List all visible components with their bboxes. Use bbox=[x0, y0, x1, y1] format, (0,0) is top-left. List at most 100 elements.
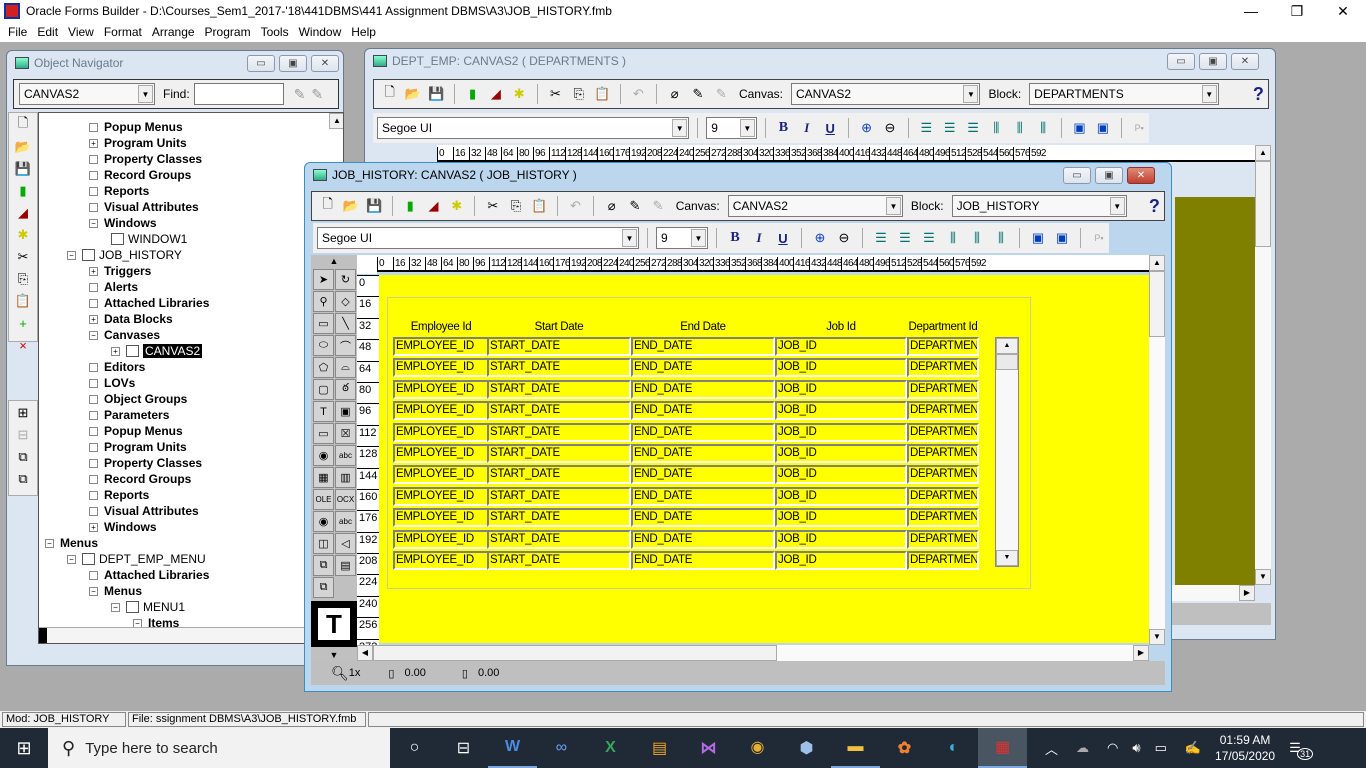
tree-node[interactable]: Parameters bbox=[89, 407, 169, 423]
text-item-department-id[interactable]: DEPARTMENT_ID bbox=[907, 337, 979, 356]
job-scroll-down[interactable]: ▼ bbox=[1149, 629, 1165, 645]
dept-close-button[interactable]: ✕ bbox=[1231, 53, 1259, 70]
tree-node[interactable]: Popup Menus bbox=[89, 423, 183, 439]
text-item-department-id[interactable]: DEPARTMENT_ID bbox=[907, 465, 979, 485]
xampp-icon[interactable]: ✿ bbox=[880, 728, 929, 768]
text-item-end-date[interactable]: END_DATE bbox=[631, 422, 775, 442]
rotate-tool-icon[interactable]: ↻ bbox=[335, 269, 356, 290]
expand-node-icon[interactable]: + bbox=[111, 346, 120, 356]
text-item-start-date[interactable]: START_DATE bbox=[487, 444, 631, 463]
pen-icon[interactable]: ✍ bbox=[1185, 740, 1201, 756]
empty-node-icon[interactable] bbox=[89, 394, 98, 404]
tab-canvas-tool-icon[interactable]: ▤ bbox=[335, 555, 356, 576]
tree-node[interactable]: Visual Attributes bbox=[89, 199, 199, 215]
text-item-employee-id[interactable]: EMPLOYEE_ID bbox=[393, 508, 489, 528]
block-select[interactable]: DEPARTMENTS ▼ bbox=[1029, 83, 1219, 105]
tree-node[interactable]: − JOB_HISTORY bbox=[67, 247, 182, 263]
chrome-icon[interactable]: ◉ bbox=[733, 728, 782, 768]
edge-icon[interactable]: ◐ bbox=[929, 728, 978, 768]
open-icon[interactable]: 📂 bbox=[13, 137, 33, 157]
text-item-employee-id[interactable]: EMPLOYEE_ID bbox=[393, 486, 489, 506]
empty-node-icon[interactable] bbox=[89, 458, 98, 468]
empty-node-icon[interactable] bbox=[89, 186, 98, 196]
help-icon[interactable]: ? bbox=[1249, 84, 1268, 104]
freehand-tool-icon[interactable]: ఠ bbox=[335, 379, 356, 400]
button-tool-icon[interactable]: ▭ bbox=[313, 423, 334, 444]
action-center-icon[interactable]: ☰ 31 bbox=[1289, 740, 1314, 760]
paste-icon[interactable]: 📋 bbox=[530, 196, 549, 216]
empty-node-icon[interactable] bbox=[89, 442, 98, 452]
tree-node[interactable]: Program Units bbox=[89, 439, 187, 455]
tree-node[interactable]: + CANVAS2 bbox=[111, 343, 203, 359]
expand-icon[interactable]: ⊞ bbox=[13, 403, 33, 423]
text-item-department-id[interactable]: DEPARTMENT_ID bbox=[907, 529, 979, 549]
new-icon[interactable]: 🗋 bbox=[380, 84, 399, 104]
text-item-department-id[interactable]: DEPARTMENT_ID bbox=[907, 379, 979, 399]
bold-button[interactable]: B bbox=[725, 228, 745, 248]
zoom-in-icon[interactable]: ⊕ bbox=[857, 118, 876, 138]
tree-node[interactable]: Editors bbox=[89, 359, 145, 375]
edit-disabled-icon[interactable]: ✎ bbox=[649, 196, 668, 216]
tree-node[interactable]: + Windows bbox=[89, 519, 157, 535]
menu-program[interactable]: Program bbox=[200, 25, 256, 39]
tree-node[interactable]: LOVs bbox=[89, 375, 135, 391]
text-tool-icon[interactable]: T bbox=[313, 401, 334, 422]
oracle-forms-taskbar-icon[interactable]: ▦ bbox=[978, 728, 1027, 768]
dept-maximize-button[interactable]: ▣ bbox=[1199, 53, 1227, 70]
italic-button[interactable]: I bbox=[749, 228, 769, 248]
show-hidden-icons[interactable]: ︿ bbox=[1045, 739, 1058, 758]
align-top-icon[interactable]: ⫼ bbox=[943, 228, 963, 248]
canvas-select[interactable]: CANVAS2 ▼ bbox=[727, 195, 903, 217]
navigator-maximize-button[interactable]: ▣ bbox=[279, 55, 307, 72]
text-item-department-id[interactable]: DEPARTMENT_ID bbox=[907, 444, 979, 463]
job-maximize-button[interactable]: ▣ bbox=[1095, 167, 1123, 184]
text-item-end-date[interactable]: END_DATE bbox=[631, 401, 775, 421]
tree-node[interactable]: − Menus bbox=[89, 583, 142, 599]
chevron-down-icon[interactable]: ▼ bbox=[1109, 197, 1125, 215]
delete-icon[interactable]: × bbox=[13, 335, 33, 355]
collapse-node-icon[interactable]: − bbox=[45, 538, 54, 548]
expand-node-icon[interactable]: + bbox=[89, 522, 98, 532]
tree-node[interactable]: WINDOW1 bbox=[111, 231, 187, 247]
text-item-start-date[interactable]: START_DATE bbox=[487, 465, 631, 485]
text-item-job-id[interactable]: JOB_ID bbox=[775, 337, 907, 356]
text-item-department-id[interactable]: DEPARTMENT_ID bbox=[907, 551, 979, 570]
tree-node[interactable]: Attached Libraries bbox=[89, 567, 209, 583]
visual-studio-icon[interactable]: ⋈ bbox=[684, 728, 733, 768]
text-item-end-date[interactable]: END_DATE bbox=[631, 529, 775, 549]
text-item-end-date[interactable]: END_DATE bbox=[631, 444, 775, 463]
close-button[interactable]: ✕ bbox=[1320, 0, 1366, 22]
tree-node[interactable]: − Menus bbox=[45, 535, 98, 551]
job-scroll-up[interactable]: ▲ bbox=[1149, 255, 1165, 271]
magnify-tool-icon[interactable]: ⚲ bbox=[313, 291, 334, 312]
dept-scroll-up[interactable]: ▲ bbox=[1255, 145, 1271, 161]
navigator-context-select[interactable]: CANVAS2 ▼ bbox=[19, 83, 155, 105]
line-tool-icon[interactable]: ╲ bbox=[335, 313, 356, 334]
send-to-back-icon[interactable]: ▣ bbox=[1052, 228, 1072, 248]
tree-node[interactable]: Record Groups bbox=[89, 471, 191, 487]
expand-node-icon[interactable]: + bbox=[89, 138, 98, 148]
font-size-select[interactable]: 9 ▼ bbox=[656, 227, 708, 249]
run-debug-icon[interactable]: ◢ bbox=[486, 84, 505, 104]
bean-tool-icon[interactable]: ◉ bbox=[313, 511, 334, 532]
tree-node[interactable]: Attached Libraries bbox=[89, 295, 209, 311]
text-item-end-date[interactable]: END_DATE bbox=[631, 379, 775, 399]
chart-tool-icon[interactable]: ▥ bbox=[335, 467, 356, 488]
tree-node[interactable]: + Data Blocks bbox=[89, 311, 173, 327]
empty-node-icon[interactable] bbox=[89, 298, 98, 308]
tree-node[interactable]: Record Groups bbox=[89, 167, 191, 183]
bring-to-front-icon[interactable]: ▣ bbox=[1028, 228, 1048, 248]
job-scroll-left[interactable]: ◀ bbox=[357, 645, 373, 661]
empty-node-icon[interactable] bbox=[89, 154, 98, 164]
dept-minimize-button[interactable]: ▭ bbox=[1167, 53, 1195, 70]
empty-node-icon[interactable] bbox=[89, 474, 98, 484]
arc-tool-icon[interactable]: ⌒ bbox=[335, 335, 356, 356]
menu-window[interactable]: Window bbox=[294, 25, 347, 39]
run-icon[interactable]: ▮ bbox=[401, 196, 420, 216]
checkbox-tool-icon[interactable]: ☒ bbox=[335, 423, 356, 444]
save-icon[interactable]: 💾 bbox=[364, 196, 383, 216]
collapse-node-icon[interactable]: − bbox=[111, 602, 120, 612]
text-item-start-date[interactable]: START_DATE bbox=[487, 401, 631, 421]
navigator-close-button[interactable]: ✕ bbox=[311, 55, 339, 72]
text-item-employee-id[interactable]: EMPLOYEE_ID bbox=[393, 444, 489, 463]
